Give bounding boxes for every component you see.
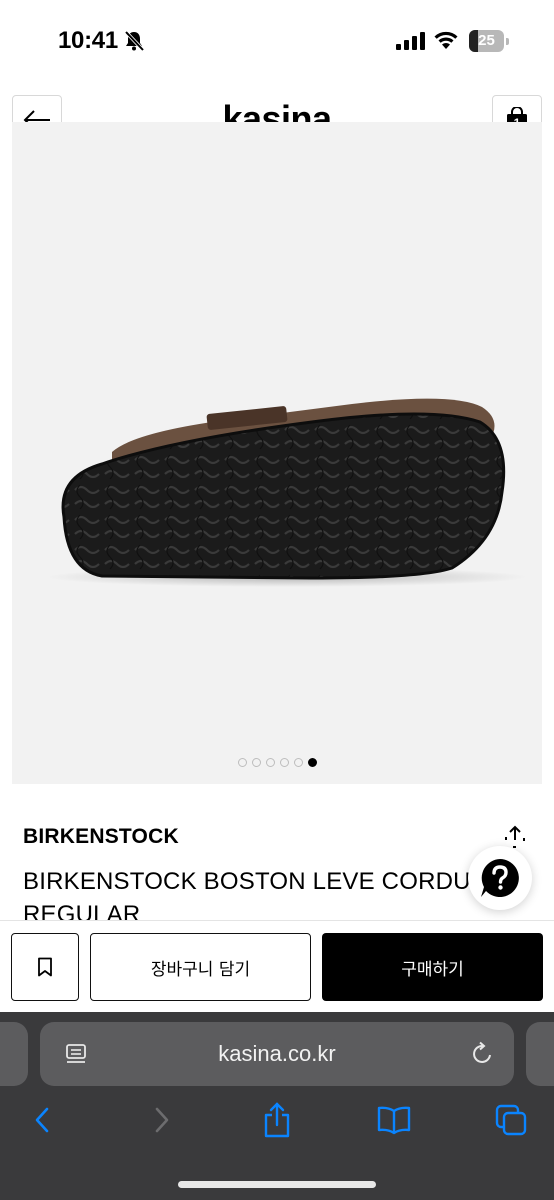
bell-off-icon bbox=[124, 30, 145, 52]
carousel-dot[interactable] bbox=[237, 758, 247, 767]
buy-now-button[interactable]: 구매하기 bbox=[322, 933, 543, 1001]
carousel-dot[interactable] bbox=[279, 758, 289, 767]
browser-forward-button[interactable] bbox=[142, 1100, 182, 1140]
status-time: 10:41 bbox=[58, 27, 118, 54]
back-icon bbox=[35, 1107, 49, 1133]
battery-level-text: 25 bbox=[478, 32, 495, 49]
tabs-icon bbox=[495, 1104, 527, 1136]
carousel-dot-active[interactable] bbox=[307, 758, 317, 767]
carousel-pagination bbox=[12, 758, 542, 767]
product-brand[interactable]: BIRKENSTOCK bbox=[23, 825, 179, 849]
help-chat-icon bbox=[481, 859, 519, 897]
help-chat-button[interactable] bbox=[468, 846, 532, 910]
share-icon bbox=[264, 1102, 290, 1138]
browser-toolbar bbox=[0, 1100, 554, 1144]
status-bar: 10:41 25 bbox=[0, 0, 554, 80]
next-tab-preview[interactable] bbox=[526, 1022, 554, 1086]
carousel-dot[interactable] bbox=[265, 758, 275, 767]
add-to-cart-button[interactable]: 장바구니 담기 bbox=[90, 933, 311, 1001]
carousel-dot[interactable] bbox=[293, 758, 303, 767]
bookmark-icon bbox=[38, 957, 52, 977]
wishlist-button[interactable] bbox=[11, 933, 79, 1001]
browser-bookmarks-button[interactable] bbox=[374, 1100, 414, 1140]
browser-bottom-bar: kasina.co.kr bbox=[0, 1012, 554, 1200]
browser-share-button[interactable] bbox=[257, 1100, 297, 1140]
battery-icon: 25 bbox=[469, 30, 509, 52]
signal-icon bbox=[396, 32, 425, 50]
previous-tab-preview[interactable] bbox=[0, 1022, 28, 1086]
wifi-icon bbox=[434, 31, 458, 49]
address-bar[interactable]: kasina.co.kr bbox=[40, 1022, 514, 1086]
purchase-action-bar: 장바구니 담기 구매하기 bbox=[0, 920, 554, 1012]
product-image-carousel[interactable] bbox=[12, 122, 542, 784]
carousel-dot[interactable] bbox=[251, 758, 261, 767]
share-icon[interactable] bbox=[502, 823, 528, 849]
url-text: kasina.co.kr bbox=[218, 1041, 336, 1066]
browser-back-button[interactable] bbox=[22, 1100, 62, 1140]
browser-tabs-button[interactable] bbox=[491, 1100, 531, 1140]
product-photo bbox=[47, 398, 527, 587]
reload-icon[interactable] bbox=[470, 1041, 496, 1067]
home-indicator[interactable] bbox=[178, 1181, 376, 1188]
forward-icon bbox=[155, 1107, 169, 1133]
bookmarks-icon bbox=[377, 1106, 411, 1135]
